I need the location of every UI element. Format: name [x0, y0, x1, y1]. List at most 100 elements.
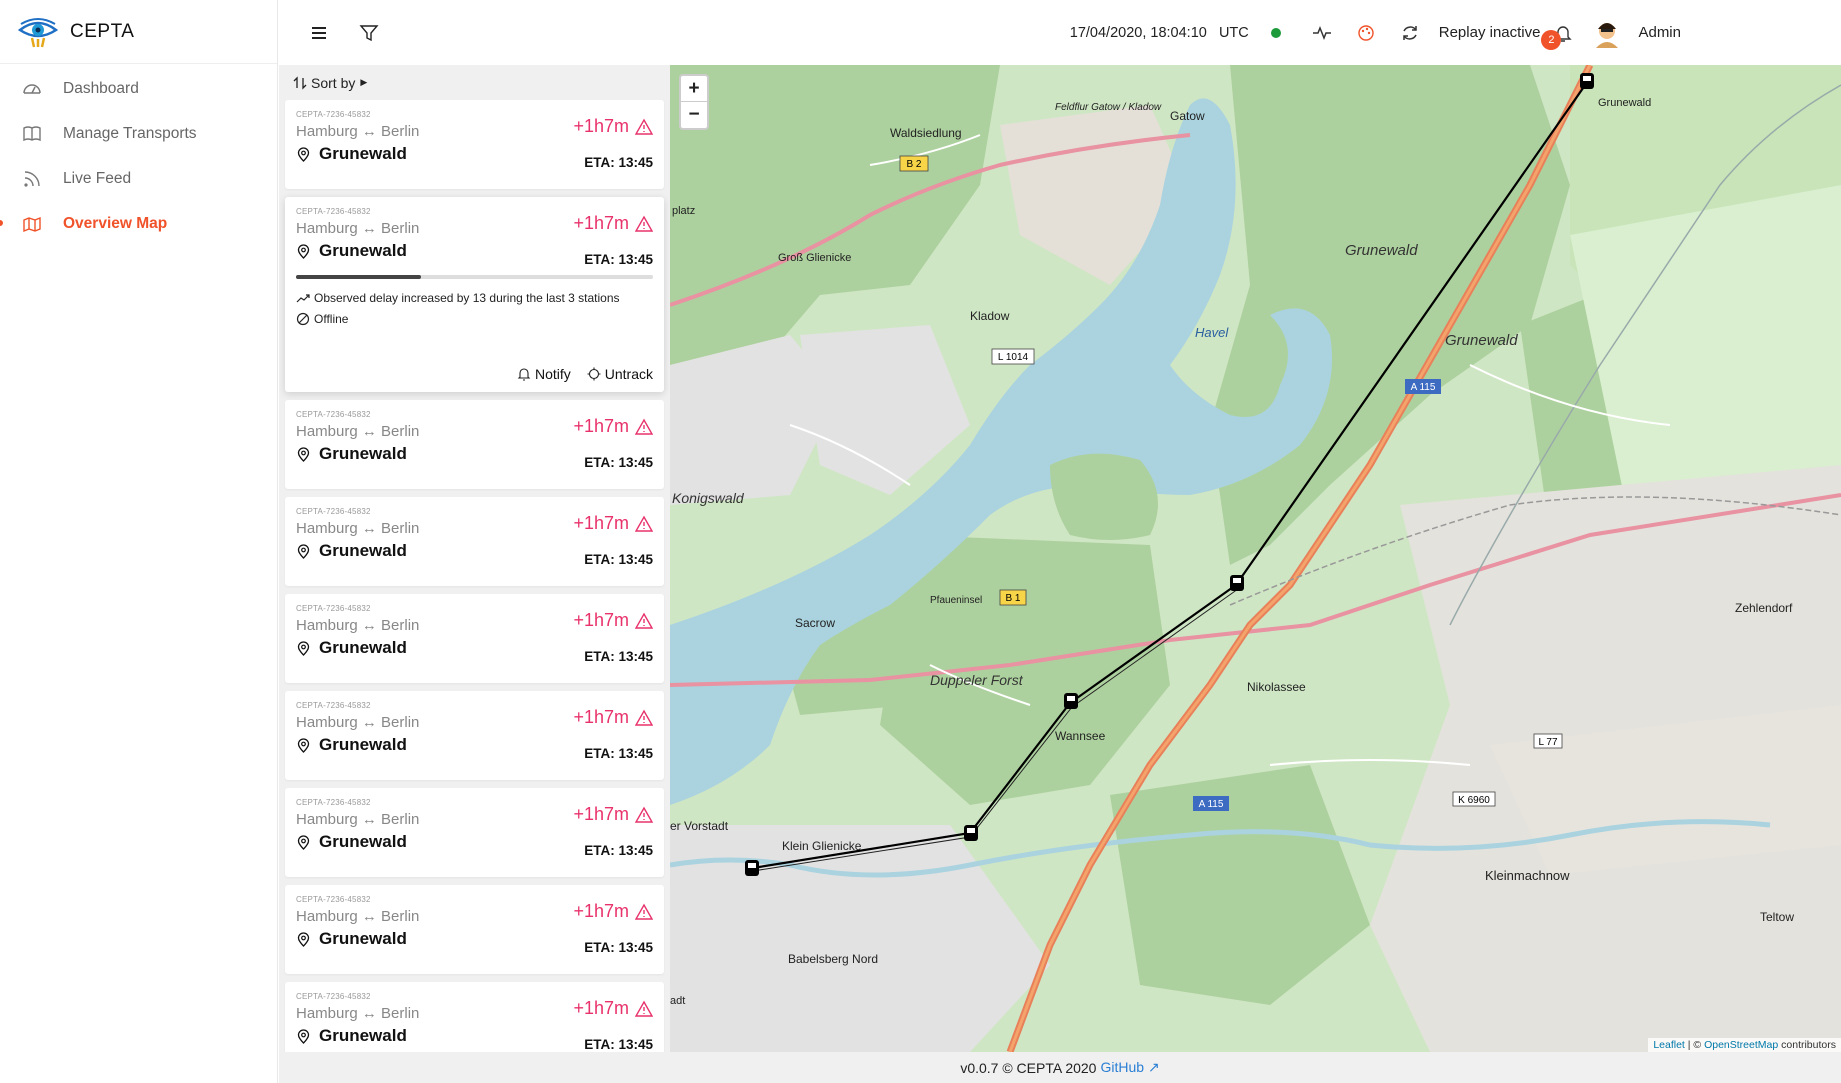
brand-name: CEPTA — [70, 20, 135, 42]
map-label-waldsiedlung: Waldsiedlung — [890, 126, 962, 140]
notify-button[interactable]: Notify — [517, 366, 571, 382]
sort-control[interactable]: Sort by ▶ — [279, 65, 670, 100]
route-progress-fill — [296, 275, 421, 279]
caret-right-icon: ▶ — [360, 77, 368, 87]
route-progress-bar — [296, 275, 653, 279]
train-marker-icon[interactable] — [1580, 73, 1594, 89]
leaflet-link[interactable]: Leaflet — [1653, 1039, 1685, 1051]
cepta-eye-logo[interactable] — [18, 16, 58, 48]
train-marker-icon[interactable] — [964, 825, 978, 841]
transport-card[interactable]: CEPTA-7236-45832 Hamburg ↔ Berlin Grunew… — [285, 982, 664, 1052]
delay-value: +1h7m — [573, 707, 653, 728]
map-label-wannsee: Wannsee — [1055, 729, 1106, 743]
eta-value: ETA: 13:45 — [584, 940, 653, 955]
map-label-babelsberg-nord: Babelsberg Nord — [788, 952, 878, 966]
train-marker-icon[interactable] — [1064, 693, 1078, 709]
map-attribution: Leaflet | © OpenStreetMap contributors — [1648, 1038, 1841, 1052]
transport-card[interactable]: CEPTA-7236-45832 Hamburg ↔ Berlin Grunew… — [285, 197, 664, 392]
zoom-out-button[interactable]: − — [681, 102, 707, 128]
transport-card[interactable]: CEPTA-7236-45832 Hamburg ↔ Berlin Grunew… — [285, 594, 664, 683]
book-icon — [23, 125, 41, 141]
sidebar-item-label: Overview Map — [63, 214, 168, 232]
notification-count-badge: 2 — [1541, 29, 1562, 50]
sidebar-item-overview-map[interactable]: Overview Map — [0, 201, 277, 246]
map-label-a115: A 115 — [1411, 382, 1436, 393]
map-label-feldflur: Feldflur Gatow / Kladow — [1055, 102, 1162, 113]
location-pin-icon — [297, 146, 310, 162]
trend-up-icon — [296, 294, 310, 303]
palette-icon[interactable] — [1355, 22, 1377, 44]
transport-card[interactable]: CEPTA-7236-45832 Hamburg ↔ Berlin Grunew… — [285, 691, 664, 780]
map-label-kleinmachnow: Kleinmachnow — [1485, 868, 1570, 883]
transport-card[interactable]: CEPTA-7236-45832 Hamburg ↔ Berlin Grunew… — [285, 100, 664, 189]
map-label-l77: L 77 — [1538, 737, 1558, 748]
delay-value: +1h7m — [573, 116, 653, 137]
eta-value: ETA: 13:45 — [584, 155, 653, 170]
replay-status[interactable]: Replay inactive — [1439, 24, 1541, 41]
osm-link[interactable]: OpenStreetMap — [1704, 1039, 1778, 1051]
eta-value: ETA: 13:45 — [584, 843, 653, 858]
untrack-button[interactable]: Untrack — [587, 366, 653, 382]
map-label-b1: B 1 — [1005, 593, 1020, 604]
card-actions: Notify Untrack — [517, 366, 653, 382]
sidebar-nav: Dashboard Manage Transports Live Feed Ov… — [0, 64, 277, 246]
activity-icon[interactable] — [1311, 22, 1333, 44]
train-marker-icon[interactable] — [1230, 575, 1244, 591]
map-label-duppeler-forst: Duppeler Forst — [930, 672, 1024, 688]
map-label-adt: adt — [670, 995, 685, 1007]
map-label-sacrow: Sacrow — [795, 616, 835, 630]
sidebar: CEPTA Dashboard Manage Transports Live F… — [0, 0, 278, 1083]
warning-icon — [635, 903, 653, 920]
sidebar-item-live-feed[interactable]: Live Feed — [0, 156, 277, 201]
avatar[interactable] — [1592, 18, 1622, 48]
map-label-konigswald: Konigswald — [672, 490, 745, 506]
menu-icon[interactable] — [308, 22, 330, 44]
location-pin-icon — [297, 834, 310, 850]
delay-value: +1h7m — [573, 804, 653, 825]
train-marker-icon[interactable] — [745, 860, 759, 876]
external-link-icon: ↗ — [1147, 1059, 1160, 1075]
transport-card[interactable]: CEPTA-7236-45832 Hamburg ↔ Berlin Grunew… — [285, 400, 664, 489]
eta-value: ETA: 13:45 — [584, 649, 653, 664]
warning-icon — [635, 118, 653, 135]
delay-value: +1h7m — [573, 901, 653, 922]
sidebar-item-manage-transports[interactable]: Manage Transports — [0, 111, 277, 156]
github-link[interactable]: GitHub ↗ — [1100, 1059, 1159, 1076]
map-canvas[interactable]: B 2 B 1 A 115 A 115 L 1014 L 77 K 6960 G… — [670, 65, 1841, 1052]
location-pin-icon — [297, 243, 310, 259]
map-label-grunewald-town: Grunewald — [1598, 97, 1651, 109]
user-name[interactable]: Admin — [1638, 24, 1681, 41]
warning-icon — [635, 612, 653, 629]
warning-icon — [635, 709, 653, 726]
sort-label: Sort by — [311, 74, 356, 91]
eta-value: ETA: 13:45 — [584, 746, 653, 761]
map-label-nikolassee: Nikolassee — [1247, 680, 1306, 694]
eta-value: ETA: 13:45 — [584, 1037, 653, 1052]
current-datetime: 17/04/2020, 18:04:10 UTC — [1069, 24, 1249, 41]
offline-icon — [296, 312, 310, 326]
eta-value: ETA: 13:45 — [584, 252, 653, 267]
location-pin-icon — [297, 931, 310, 947]
map-label-zehlendorf: Zehlendorf — [1735, 601, 1793, 615]
map-label-grunewald-forest2: Grunewald — [1445, 332, 1518, 349]
overview-map[interactable]: B 2 B 1 A 115 A 115 L 1014 L 77 K 6960 G… — [670, 65, 1841, 1052]
sidebar-item-dashboard[interactable]: Dashboard — [0, 66, 277, 111]
notifications-button[interactable]: 2 — [1541, 22, 1574, 50]
map-label-gross-glienicke: Groß Glienicke — [778, 252, 851, 264]
location-pin-icon — [297, 446, 310, 462]
footer-text: v0.0.7 © CEPTA 2020 — [960, 1059, 1097, 1076]
map-label-kladow: Kladow — [970, 309, 1010, 323]
delay-value: +1h7m — [573, 998, 653, 1019]
warning-icon — [635, 806, 653, 823]
filter-icon[interactable] — [358, 22, 380, 44]
eta-value: ETA: 13:45 — [584, 455, 653, 470]
refresh-icon[interactable] — [1399, 22, 1421, 44]
transport-card[interactable]: CEPTA-7236-45832 Hamburg ↔ Berlin Grunew… — [285, 788, 664, 877]
delay-value: +1h7m — [573, 416, 653, 437]
transport-card[interactable]: CEPTA-7236-45832 Hamburg ↔ Berlin Grunew… — [285, 497, 664, 586]
map-label-a115b: A 115 — [1199, 799, 1224, 810]
warning-icon — [635, 1000, 653, 1017]
transport-card[interactable]: CEPTA-7236-45832 Hamburg ↔ Berlin Grunew… — [285, 885, 664, 974]
zoom-in-button[interactable]: + — [681, 76, 707, 102]
sidebar-item-label: Manage Transports — [63, 124, 197, 142]
